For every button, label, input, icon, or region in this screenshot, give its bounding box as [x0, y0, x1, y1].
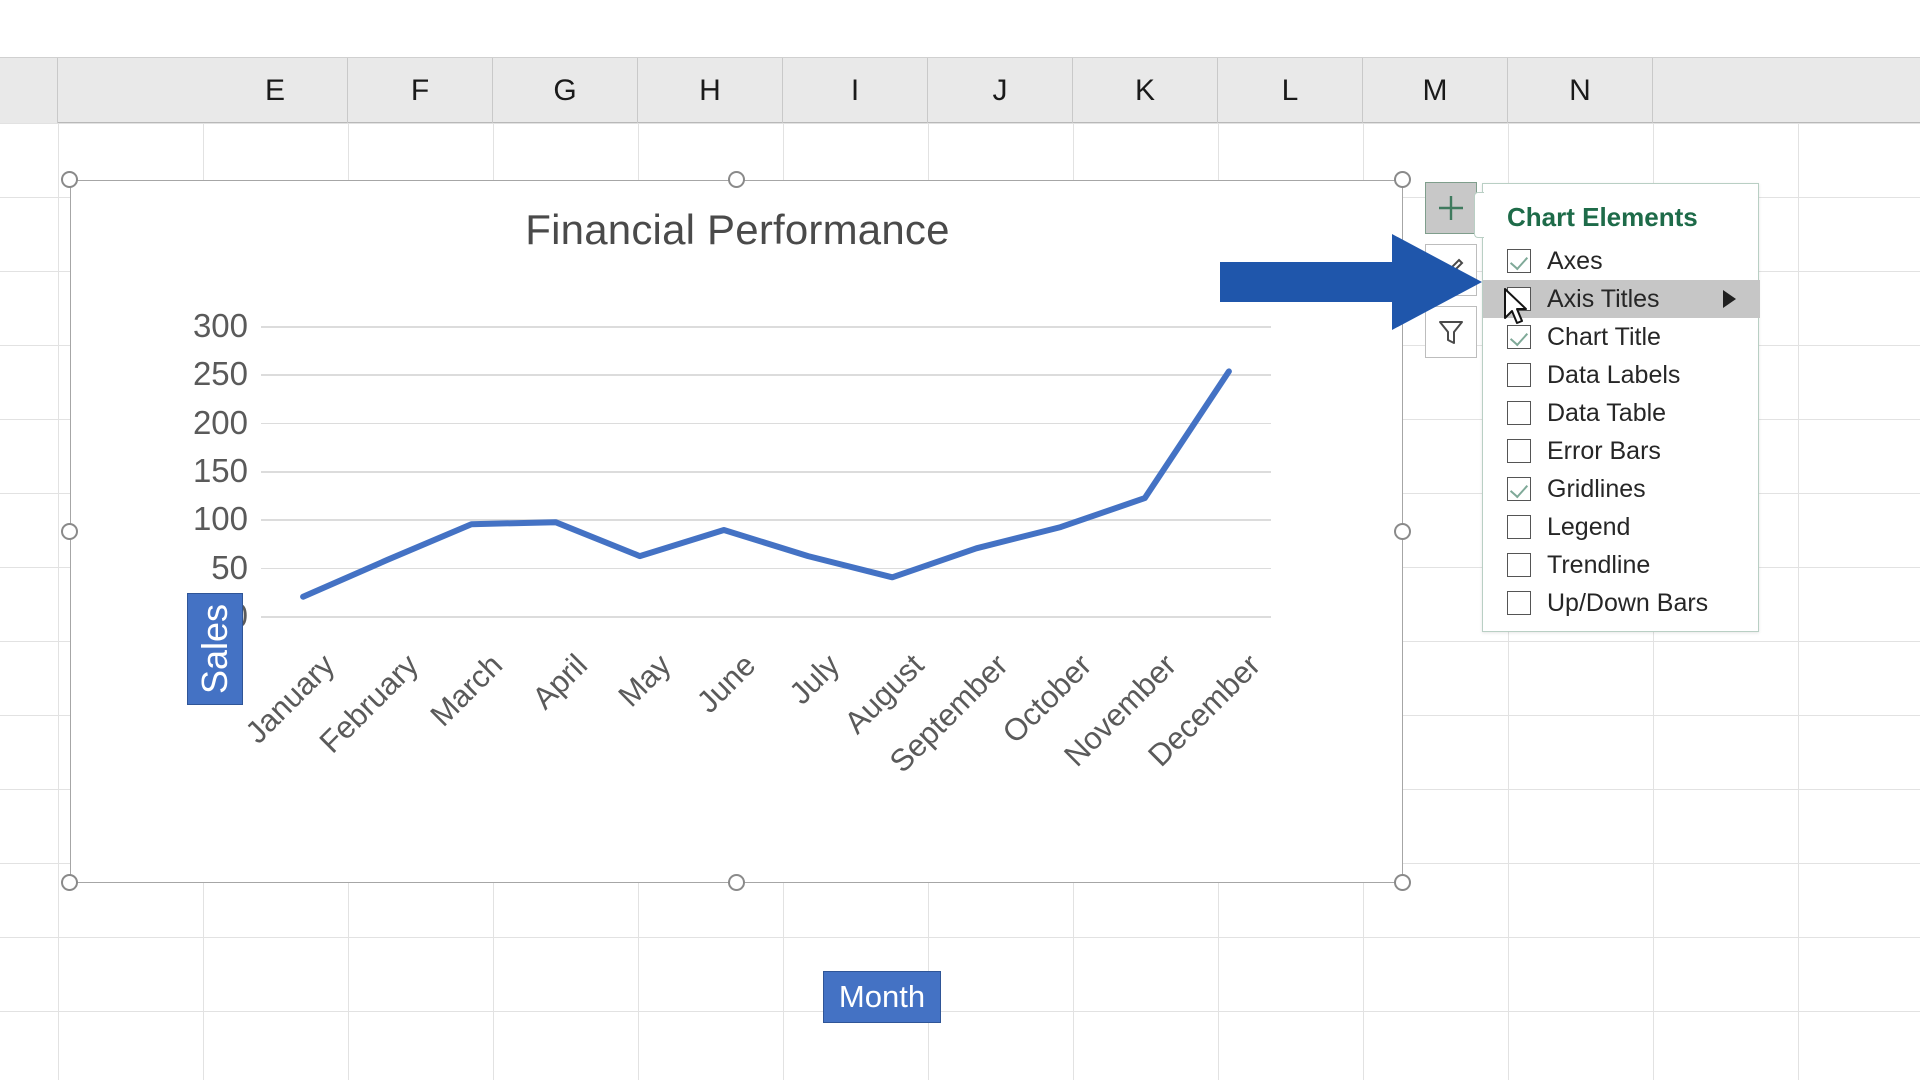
grid-hline — [0, 1011, 1920, 1012]
selection-handle-bottom-left[interactable] — [61, 874, 78, 891]
column-header-i[interactable]: I — [783, 58, 928, 123]
column-header-j[interactable]: J — [928, 58, 1073, 123]
gridline — [261, 616, 1271, 618]
grid-hline — [0, 123, 1920, 124]
checkbox-unchecked-icon[interactable] — [1507, 401, 1531, 425]
series-line-sales[interactable] — [261, 326, 1271, 616]
chart-element-item-trendline[interactable]: Trendline — [1483, 546, 1760, 584]
x-tick-label: June — [690, 647, 763, 720]
column-header-h[interactable]: H — [638, 58, 783, 123]
mouse-cursor-icon — [1503, 288, 1533, 330]
chart-element-item-legend[interactable]: Legend — [1483, 508, 1760, 546]
chart-element-item-data-labels[interactable]: Data Labels — [1483, 356, 1760, 394]
column-header-g[interactable]: G — [493, 58, 638, 123]
chart-elements-panel[interactable]: Chart Elements Axes Axis Titles Chart Titl… — [1482, 183, 1759, 632]
y-axis-title[interactable]: Sales — [187, 593, 243, 705]
selection-handle-middle-right[interactable] — [1394, 523, 1411, 540]
chart-element-label: Axes — [1547, 247, 1603, 276]
chart-elements-button[interactable] — [1425, 182, 1477, 234]
plot-area[interactable]: 300250200150100500 JanuaryFebruaryMarchA… — [261, 326, 1271, 616]
checkbox-checked-icon[interactable] — [1507, 477, 1531, 501]
y-tick-label: 300 — [128, 307, 248, 345]
chart-element-item-up-down-bars[interactable]: Up/Down Bars — [1483, 584, 1760, 622]
x-tick-label: March — [424, 647, 510, 733]
chart-element-label: Chart Title — [1547, 323, 1661, 352]
submenu-chevron-right-icon[interactable] — [1723, 290, 1736, 308]
chart-element-item-data-table[interactable]: Data Table — [1483, 394, 1760, 432]
checkbox-unchecked-icon[interactable] — [1507, 515, 1531, 539]
column-header-l[interactable]: L — [1218, 58, 1363, 123]
chart-element-label: Legend — [1547, 513, 1630, 542]
chart-element-label: Error Bars — [1547, 437, 1661, 466]
chart-element-label: Axis Titles — [1547, 285, 1660, 314]
checkbox-unchecked-icon[interactable] — [1507, 553, 1531, 577]
checkbox-unchecked-icon[interactable] — [1507, 363, 1531, 387]
selection-handle-middle-left[interactable] — [61, 523, 78, 540]
x-tick-label: July — [782, 647, 846, 711]
selection-handle-top-right[interactable] — [1394, 171, 1411, 188]
chart-element-label: Trendline — [1547, 551, 1650, 580]
chart-title[interactable]: Financial Performance — [71, 206, 1404, 254]
column-header-m[interactable]: M — [1363, 58, 1508, 123]
column-header-e[interactable]: E — [203, 58, 348, 123]
x-tick-label: April — [525, 647, 594, 716]
selection-handle-bottom-center[interactable] — [728, 874, 745, 891]
chart-element-label: Data Table — [1547, 399, 1666, 428]
y-tick-label: 50 — [128, 549, 248, 587]
x-axis-title[interactable]: Month — [823, 971, 941, 1023]
chart-element-item-error-bars[interactable]: Error Bars — [1483, 432, 1760, 470]
sheet-top-strip — [0, 0, 1920, 58]
y-tick-label: 250 — [128, 355, 248, 393]
chart-elements-panel-title: Chart Elements — [1507, 202, 1698, 233]
chart-object[interactable]: Financial Performance 300250200150100500… — [70, 180, 1403, 883]
y-axis-title-label: Sales — [194, 604, 236, 694]
x-axis-title-label: Month — [839, 979, 925, 1015]
plus-icon — [1434, 191, 1468, 225]
checkbox-unchecked-icon[interactable] — [1507, 439, 1531, 463]
checkbox-unchecked-icon[interactable] — [1507, 591, 1531, 615]
excel-worksheet: EFGHIJKLMN Financial Performance 3002502… — [0, 0, 1920, 1080]
column-header-k[interactable]: K — [1073, 58, 1218, 123]
annotation-arrow-icon — [1220, 232, 1482, 332]
selection-handle-top-left[interactable] — [61, 171, 78, 188]
checkbox-checked-icon[interactable] — [1507, 249, 1531, 273]
chart-element-label: Gridlines — [1547, 475, 1646, 504]
chart-element-item-gridlines[interactable]: Gridlines — [1483, 470, 1760, 508]
selection-handle-top-center[interactable] — [728, 171, 745, 188]
grid-hline — [0, 937, 1920, 938]
column-header-n[interactable]: N — [1508, 58, 1653, 123]
column-header-f[interactable]: F — [348, 58, 493, 123]
chart-element-item-axes[interactable]: Axes — [1483, 242, 1760, 280]
selection-handle-bottom-right[interactable] — [1394, 874, 1411, 891]
y-tick-label: 100 — [128, 500, 248, 538]
select-all-corner[interactable] — [0, 58, 58, 123]
y-tick-label: 200 — [128, 404, 248, 442]
chart-element-label: Up/Down Bars — [1547, 589, 1708, 618]
x-tick-label: May — [612, 647, 679, 714]
chart-element-label: Data Labels — [1547, 361, 1680, 390]
y-tick-label: 150 — [128, 452, 248, 490]
